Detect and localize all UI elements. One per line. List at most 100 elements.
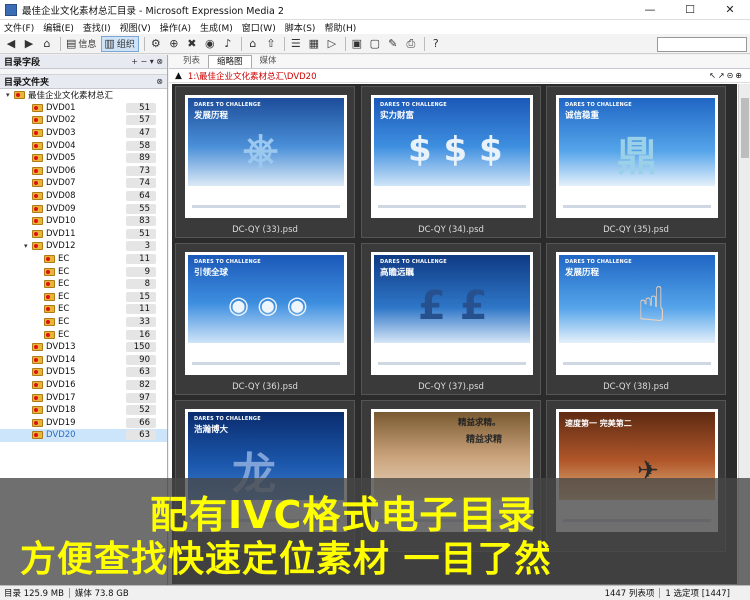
tree-folder-dvd20[interactable]: DVD20 63 <box>0 429 167 442</box>
play-icon[interactable]: ▷ <box>324 36 340 52</box>
thumbnail-figure: 鼎 <box>617 134 657 180</box>
gear-icon[interactable]: ⚙ <box>148 36 164 52</box>
catalog-folders-header[interactable]: 目录文件夹 ⊗ <box>0 75 167 89</box>
chart-icon[interactable]: ▦ <box>306 36 322 52</box>
tree-folder-dvd15[interactable]: DVD15 63 <box>0 366 167 379</box>
tree-folder-dvd13[interactable]: DVD13 150 <box>0 341 167 354</box>
menu-make[interactable]: 生成(M) <box>200 21 233 34</box>
help-icon[interactable]: ? <box>428 36 444 52</box>
thumbnail-footer-bar <box>378 205 526 208</box>
delete-icon[interactable]: ✖ <box>184 36 200 52</box>
menu-script[interactable]: 脚本(S) <box>285 21 316 34</box>
close-button[interactable]: ✕ <box>710 0 750 20</box>
tree-subfolder[interactable]: EC 11 <box>0 253 167 266</box>
maximize-button[interactable]: ☐ <box>670 0 710 20</box>
thumbnail-image: DARES TO CHALLENGE 发展历程 ☝ <box>559 255 715 343</box>
thumbnail-header: DARES TO CHALLENGE <box>380 259 447 265</box>
menu-edit[interactable]: 编辑(E) <box>43 21 74 34</box>
tree-folder-dvd18[interactable]: DVD18 52 <box>0 404 167 417</box>
panel-controls[interactable]: + − ▾ ⊗ <box>131 57 163 66</box>
thumbnail-cell[interactable]: DARES TO CHALLENGE 诚信稳重鼎 DC-QY (35).psd <box>546 86 726 238</box>
search-input[interactable] <box>657 37 747 52</box>
organize-button[interactable]: ▥ 组织 <box>101 35 139 52</box>
collapse-arrow-icon[interactable]: ▾ <box>6 91 14 99</box>
collapse-icon[interactable]: ⊗ <box>156 77 163 86</box>
tree-subfolder[interactable]: EC 33 <box>0 316 167 329</box>
folder-count-badge: 90 <box>126 354 156 365</box>
tree-folder-dvd03[interactable]: DVD03 47 <box>0 127 167 140</box>
thumbnail-image-frame: DARES TO CHALLENGE 高瞻远瞩 £ £ <box>371 252 533 375</box>
folder-tree: ▾ 最佳企业文化素材总汇 DVD01 51 DVD02 57 DVD03 47 DVD04 5… <box>0 89 167 442</box>
menu-help[interactable]: 帮助(H) <box>324 21 356 34</box>
toolbar-separator <box>143 36 145 51</box>
tree-folder-dvd06[interactable]: DVD06 73 <box>0 165 167 178</box>
tree-folder-dvd11[interactable]: DVD11 51 <box>0 228 167 241</box>
tree-subfolder[interactable]: EC 9 <box>0 265 167 278</box>
folder-name: DVD11 <box>46 228 76 239</box>
menu-find[interactable]: 查找(I) <box>83 21 111 34</box>
tab-media[interactable]: 媒体 <box>252 55 285 68</box>
folder-name: EC <box>58 329 70 340</box>
tree-folder-dvd05[interactable]: DVD05 89 <box>0 152 167 165</box>
thumbnail-cell[interactable]: DARES TO CHALLENGE 发展历程 ⎈ DC-QY (33).psd <box>175 86 355 238</box>
zoom-icon[interactable]: ⊕ <box>166 36 182 52</box>
tree-folder-dvd07[interactable]: DVD07 74 <box>0 177 167 190</box>
folder-icon <box>32 242 43 251</box>
tree-folder-dvd14[interactable]: DVD14 90 <box>0 353 167 366</box>
microphone-icon[interactable]: ♪ <box>220 36 236 52</box>
tree-folder-dvd12[interactable]: ▾ DVD12 3 <box>0 240 167 253</box>
forward-icon[interactable]: ▶ <box>21 36 37 52</box>
tree-subfolder[interactable]: EC 16 <box>0 328 167 341</box>
tree-subfolder[interactable]: EC 8 <box>0 278 167 291</box>
home-icon[interactable]: ⌂ <box>39 36 55 52</box>
minimize-button[interactable]: — <box>630 0 670 20</box>
tree-folder-dvd19[interactable]: DVD19 66 <box>0 416 167 429</box>
slide-icon[interactable]: ▢ <box>367 36 383 52</box>
tree-folder-dvd02[interactable]: DVD02 57 <box>0 114 167 127</box>
back-icon[interactable]: ◀ <box>3 36 19 52</box>
path-bar: ▲ 1:\最佳企业文化素材总汇\DVD20 ↖↗⊝⊕ <box>169 69 750 83</box>
catalog-home-icon[interactable]: ⌂ <box>245 36 261 52</box>
pencil-icon[interactable]: ✎ <box>385 36 401 52</box>
tab-thumbnails[interactable]: 缩略图 <box>208 55 252 68</box>
collapse-arrow-icon[interactable]: ▾ <box>24 242 32 250</box>
folder-name: DVD03 <box>46 128 76 139</box>
thumbnail-cell[interactable]: DARES TO CHALLENGE 实力财富 $ $ $ DC-QY (34).ps… <box>361 86 541 238</box>
menu-view[interactable]: 视图(V) <box>120 21 151 34</box>
menu-action[interactable]: 操作(A) <box>160 21 191 34</box>
image-icon[interactable]: ▣ <box>349 36 365 52</box>
tree-subfolder[interactable]: EC 15 <box>0 291 167 304</box>
print-icon[interactable]: ⎙ <box>403 36 419 52</box>
tree-folder-dvd17[interactable]: DVD17 97 <box>0 391 167 404</box>
catalog-fields-header[interactable]: 目录字段 + − ▾ ⊗ <box>0 55 167 69</box>
info-button[interactable]: ▤ 信息 <box>64 36 99 52</box>
menu-window[interactable]: 窗口(W) <box>242 21 276 34</box>
promo-line-2: 方便查找快速定位素材 一目了然 <box>20 539 552 580</box>
folder-icon <box>32 393 43 402</box>
catalog-add-icon[interactable]: ⇧ <box>263 36 279 52</box>
tree-folder-dvd16[interactable]: DVD16 82 <box>0 379 167 392</box>
thumbnail-cell[interactable]: DARES TO CHALLENGE 发展历程 ☝ DC-QY (38).psd <box>546 243 726 395</box>
status-bar: 目录 125.9 MB 媒体 73.8 GB 1447 列表项 1 选定项 [1… <box>0 585 750 600</box>
thumbnail-title: 发展历程 <box>565 268 600 278</box>
thumbnail-title: 速度第一 完美第二 <box>565 419 632 428</box>
thumbnail-cell[interactable]: DARES TO CHALLENGE 引领全球 ◉ ◉ ◉ DC-QY (36).ps… <box>175 243 355 395</box>
tree-folder-dvd10[interactable]: DVD10 83 <box>0 215 167 228</box>
tab-list[interactable]: 列表 <box>175 55 208 68</box>
folder-count-badge: 74 <box>126 178 156 189</box>
folder-count-badge: 57 <box>126 115 156 126</box>
tree-subfolder[interactable]: EC 11 <box>0 303 167 316</box>
thumbnail-cell[interactable]: DARES TO CHALLENGE 高瞻远瞩 £ £ DC-QY (37).psd <box>361 243 541 395</box>
menu-file[interactable]: 文件(F) <box>4 21 34 34</box>
tree-folder-dvd04[interactable]: DVD04 58 <box>0 139 167 152</box>
list-view-icon[interactable]: ☰ <box>288 36 304 52</box>
volume-icon[interactable]: ◉ <box>202 36 218 52</box>
up-arrow-icon[interactable]: ▲ <box>175 71 182 81</box>
scrollbar-thumb[interactable] <box>741 98 749 158</box>
tree-folder-dvd08[interactable]: DVD08 64 <box>0 190 167 203</box>
thumbnail-figure: $ $ $ <box>408 130 503 170</box>
tree-folder-dvd01[interactable]: DVD01 51 <box>0 102 167 115</box>
view-options-icon[interactable]: ↖↗⊝⊕ <box>709 71 744 80</box>
tree-folder-dvd09[interactable]: DVD09 55 <box>0 202 167 215</box>
tree-root[interactable]: ▾ 最佳企业文化素材总汇 <box>0 89 167 102</box>
